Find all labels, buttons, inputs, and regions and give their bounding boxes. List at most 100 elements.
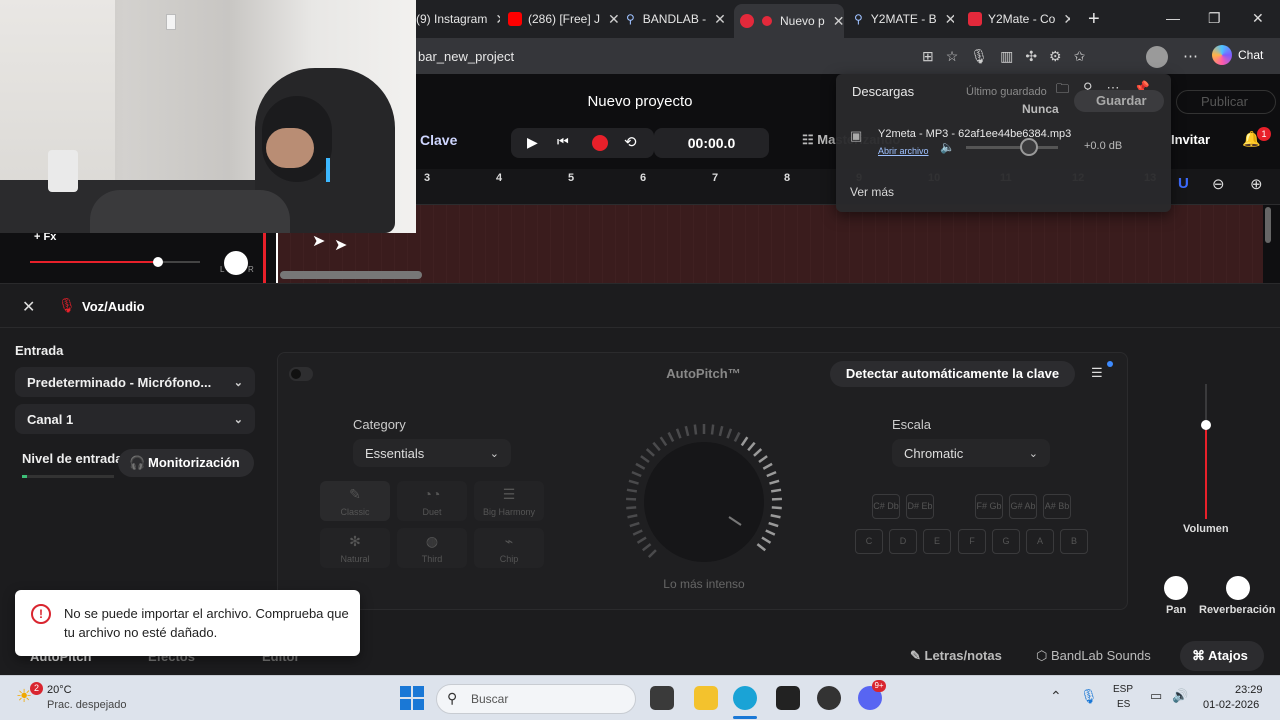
tab-youtube[interactable]: (286) [Free] J ✕ (508, 6, 620, 32)
key-a-sharp[interactable]: A# Bb (1043, 494, 1071, 519)
volume-fader[interactable] (1183, 384, 1233, 524)
key-button[interactable]: Clave (420, 132, 457, 148)
folder-icon[interactable]: 🗀 (1056, 80, 1069, 102)
preset-chip[interactable]: ⌁ Chip (474, 528, 544, 568)
playhead[interactable] (276, 233, 278, 283)
invite-button[interactable]: Invitar (1171, 132, 1210, 147)
key-f[interactable]: F (958, 529, 986, 554)
key-d-sharp[interactable]: D# Eb (906, 494, 934, 519)
chevron-up-icon[interactable]: ⌃ (1050, 688, 1062, 705)
master-volume-track[interactable] (966, 146, 1058, 149)
see-more-link[interactable]: Ver más (850, 185, 894, 199)
preset-classic[interactable]: ✎ Classic (320, 481, 390, 521)
minimize-button[interactable]: — (1166, 10, 1180, 26)
star-icon[interactable]: ☆ (946, 48, 959, 65)
key-f-sharp[interactable]: F# Gb (975, 494, 1003, 519)
shortcuts-button[interactable]: ⌘ Atajos (1180, 641, 1264, 671)
download-file-name[interactable]: Y2meta - MP3 - 62af1ee44be6384.mp3 (878, 128, 1071, 140)
track-volume-slider[interactable] (30, 257, 200, 267)
category-select[interactable]: Essentials ⌄ (353, 439, 511, 467)
magnet-icon[interactable]: U (1178, 175, 1189, 192)
tab-instagram[interactable]: (9) Instagram ✕ (416, 6, 500, 32)
key-g[interactable]: G (992, 529, 1020, 554)
tab-bandlab-search[interactable]: ⚲ BANDLAB - ✕ (626, 6, 730, 32)
key-c-sharp[interactable]: C# Db (872, 494, 900, 519)
channel-select[interactable]: Canal 1 ⌄ (15, 404, 255, 434)
more-icon[interactable]: ⋯ (1183, 47, 1198, 65)
app-icon[interactable] (817, 686, 841, 710)
close-icon[interactable]: ✕ (833, 13, 844, 30)
publish-button[interactable]: Publicar (1176, 90, 1276, 114)
open-file-link[interactable]: Abrir archivo (878, 146, 929, 156)
track-region[interactable] (278, 205, 1263, 283)
lyrics-button[interactable]: ✎ Letras/notas (910, 648, 1002, 664)
detect-key-button[interactable]: Detectar automáticamente la clave (830, 361, 1075, 387)
close-icon[interactable]: ✕ (945, 11, 954, 28)
extension-icon[interactable]: ⚙ (1049, 48, 1062, 65)
zoom-in-icon[interactable]: ⊕ (1250, 175, 1263, 193)
reverb-knob[interactable] (1226, 576, 1250, 600)
lang-top[interactable]: ESP (1113, 684, 1133, 695)
fader-handle[interactable] (1201, 420, 1211, 430)
record-icon[interactable] (592, 135, 608, 151)
microphone-icon[interactable]: 🎙 (1080, 688, 1098, 705)
track-volume-handle[interactable] (152, 257, 163, 267)
favorites-icon[interactable]: ✩ (1074, 48, 1086, 65)
project-title[interactable]: Nuevo proyecto (416, 93, 864, 110)
file-explorer-icon[interactable] (694, 686, 718, 710)
url-field[interactable]: bar_new_project (418, 49, 514, 64)
close-icon[interactable]: ✕ (1063, 11, 1070, 28)
profile-avatar[interactable] (1146, 46, 1168, 68)
intensity-knob[interactable] (623, 421, 785, 583)
monitoring-button[interactable]: 🎧 Monitorización (118, 449, 254, 477)
apps-icon[interactable]: ⊞ (922, 48, 934, 65)
bandlab-sounds-button[interactable]: ⬡ BandLab Sounds (1036, 648, 1151, 664)
windows-start-icon[interactable] (400, 686, 424, 710)
vertical-scrollbar[interactable] (1265, 207, 1271, 243)
preset-third[interactable]: ◍ Third (397, 528, 467, 568)
preset-duet[interactable]: ◔◔ Duet (397, 481, 467, 521)
network-icon[interactable]: ▭ (1150, 688, 1162, 704)
extensions-icon[interactable]: ✣ (1025, 48, 1037, 65)
horizontal-scrollbar[interactable] (280, 271, 422, 279)
play-icon[interactable]: ▶ (527, 134, 538, 151)
edge-icon[interactable] (733, 686, 757, 710)
key-e[interactable]: E (923, 529, 951, 554)
tab-nuevo-proyecto[interactable]: Nuevo p ✕ (734, 4, 844, 38)
maximize-button[interactable]: ❐ (1208, 10, 1221, 27)
close-panel-button[interactable]: ✕ (22, 297, 35, 317)
tab-y2mate-search[interactable]: ⚲ Y2MATE - B ✕ (854, 6, 954, 32)
clock-time[interactable]: 23:29 (1235, 684, 1263, 696)
skip-back-icon[interactable]: ⏮ (557, 134, 569, 150)
close-icon[interactable]: ✕ (714, 11, 726, 28)
settings-sliders-icon[interactable]: ☰ (1091, 365, 1103, 381)
close-window-button[interactable]: ✕ (1252, 10, 1264, 27)
key-d[interactable]: D (889, 529, 917, 554)
key-b[interactable]: B (1060, 529, 1088, 554)
mic-icon[interactable]: 🎙 (970, 48, 988, 65)
close-icon[interactable]: ✕ (495, 11, 500, 28)
master-volume-knob[interactable] (1020, 138, 1038, 156)
track-pan-knob[interactable] (224, 251, 248, 275)
key-g-sharp[interactable]: G# Ab (1009, 494, 1037, 519)
taskbar-search[interactable]: ⚲ Buscar (436, 684, 636, 714)
new-tab-button[interactable]: + (1088, 6, 1108, 32)
loop-icon[interactable]: ⟲ (624, 133, 637, 151)
speaker-icon[interactable]: 🔊 (1172, 688, 1188, 704)
task-view-icon[interactable] (650, 686, 674, 710)
zoom-out-icon[interactable]: ⊖ (1212, 175, 1225, 193)
preset-big-harmony[interactable]: ☰ Big Harmony (474, 481, 544, 521)
scale-select[interactable]: Chromatic ⌄ (892, 439, 1050, 467)
key-c[interactable]: C (855, 529, 883, 554)
copilot-chat-button[interactable]: Chat (1212, 45, 1263, 65)
close-icon[interactable]: ✕ (608, 11, 620, 28)
save-button[interactable]: Guardar (1074, 90, 1164, 112)
reader-icon[interactable]: ▥ (1000, 48, 1013, 65)
preset-natural[interactable]: ✻ Natural (320, 528, 390, 568)
key-a[interactable]: A (1026, 529, 1054, 554)
webcam-headset-light (326, 158, 330, 182)
epic-games-icon[interactable] (776, 686, 800, 710)
input-device-select[interactable]: Predeterminado - Micrófono... ⌄ (15, 367, 255, 397)
tab-y2mate[interactable]: Y2Mate - Co ✕ (968, 6, 1070, 32)
pan-knob[interactable] (1164, 576, 1188, 600)
